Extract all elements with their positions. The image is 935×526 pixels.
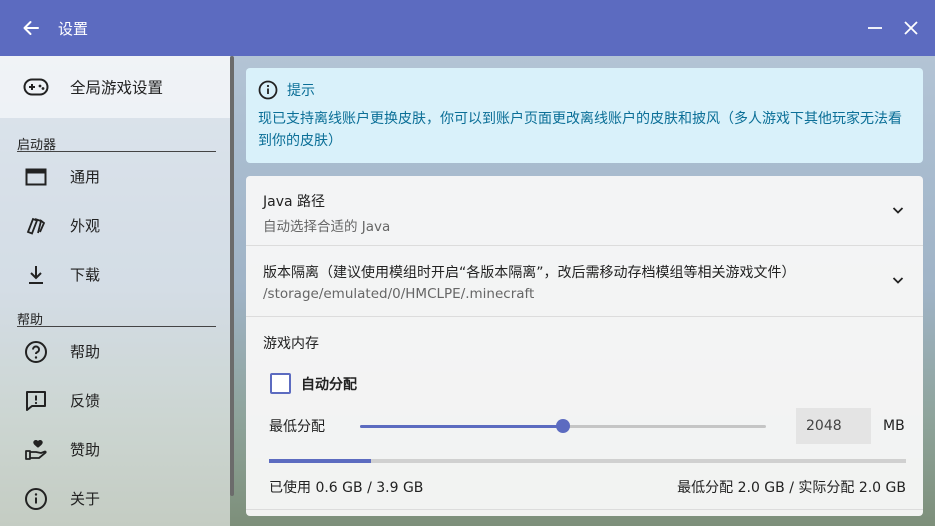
palette-icon bbox=[23, 213, 49, 239]
slider-thumb[interactable] bbox=[556, 419, 570, 433]
settings-card: Java 路径 自动选择合适的 Java 版本隔离（建议使用模组时开启“各版本隔… bbox=[246, 176, 923, 516]
close-icon[interactable] bbox=[893, 10, 929, 46]
sidebar-item-help[interactable]: 帮助 bbox=[0, 327, 230, 376]
game-memory-section: 游戏内存 自动分配 最低分配 2048 MB 已使用 0.6 GB / 3.9 … bbox=[246, 317, 923, 497]
game-memory-title: 游戏内存 bbox=[263, 336, 319, 352]
memory-usage-fill bbox=[269, 459, 371, 463]
auto-allocate-checkbox-row[interactable]: 自动分配 bbox=[270, 373, 906, 394]
notice-banner: 提示 现已支持离线账户更换皮肤，你可以到账户页面更改离线账户的皮肤和披风（多人游… bbox=[246, 68, 923, 163]
sidebar-item-label: 帮助 bbox=[70, 343, 101, 361]
notice-body: 现已支持离线账户更换皮肤，你可以到账户页面更改离线账户的皮肤和披风（多人游戏下其… bbox=[258, 111, 902, 149]
arrow-left-icon[interactable] bbox=[20, 17, 42, 39]
auto-allocate-label: 自动分配 bbox=[301, 376, 357, 393]
memory-slider[interactable] bbox=[360, 416, 766, 436]
sidebar-item-label: 赞助 bbox=[70, 441, 101, 459]
version-isolation-title: 版本隔离（建议使用模组时开启“各版本隔离”，改后需移动存档模组等相关游戏文件） bbox=[263, 265, 796, 281]
chevron-down-icon[interactable] bbox=[891, 273, 905, 287]
min-allocation-row: 最低分配 2048 MB bbox=[269, 408, 906, 444]
donate-heart-icon bbox=[23, 437, 49, 463]
help-circle-icon bbox=[23, 339, 49, 365]
sidebar-item-feedback[interactable]: 反馈 bbox=[0, 376, 230, 425]
sidebar-scrollbar[interactable] bbox=[230, 56, 234, 496]
java-path-title: Java 路径 bbox=[263, 194, 326, 210]
java-path-row[interactable]: Java 路径 自动选择合适的 Java bbox=[246, 176, 923, 246]
memory-unit: MB bbox=[883, 418, 905, 434]
sidebar-section-launcher: 启动器 bbox=[17, 134, 216, 153]
memory-used-text: 已使用 0.6 GB / 3.9 GB bbox=[269, 480, 424, 496]
next-settings-row bbox=[246, 509, 923, 516]
sidebar-item-label: 下载 bbox=[70, 266, 101, 284]
feedback-icon bbox=[23, 388, 49, 414]
sidebar-item-label: 通用 bbox=[70, 168, 101, 186]
window-icon bbox=[23, 164, 49, 190]
settings-content: 提示 现已支持离线账户更换皮肤，你可以到账户页面更改离线账户的皮肤和披风（多人游… bbox=[246, 68, 923, 516]
java-path-value: 自动选择合适的 Java bbox=[263, 219, 391, 235]
sidebar-item-download[interactable]: 下载 bbox=[0, 250, 230, 299]
version-isolation-path: /storage/emulated/0/HMCLPE/.minecraft bbox=[263, 286, 535, 302]
page-title: 设置 bbox=[58, 19, 89, 38]
sidebar-item-label: 关于 bbox=[70, 490, 101, 508]
sidebar-section-help: 帮助 bbox=[17, 309, 216, 328]
sidebar-item-label: 反馈 bbox=[70, 392, 101, 410]
title-bar: 设置 bbox=[0, 0, 935, 56]
minimize-icon[interactable] bbox=[857, 10, 893, 46]
sidebar-item-donate[interactable]: 赞助 bbox=[0, 425, 230, 474]
sidebar-item-appearance[interactable]: 外观 bbox=[0, 201, 230, 250]
version-isolation-row[interactable]: 版本隔离（建议使用模组时开启“各版本隔离”，改后需移动存档模组等相关游戏文件） … bbox=[246, 246, 923, 317]
notice-title: 提示 bbox=[287, 83, 315, 99]
sidebar-item-label: 外观 bbox=[70, 217, 101, 235]
auto-allocate-checkbox[interactable] bbox=[270, 373, 291, 394]
gamepad-icon bbox=[23, 74, 49, 100]
info-icon bbox=[23, 486, 49, 512]
download-icon bbox=[23, 262, 49, 288]
chevron-down-icon[interactable] bbox=[891, 203, 905, 217]
info-icon bbox=[258, 80, 278, 100]
memory-allocation-text: 最低分配 2.0 GB / 实际分配 2.0 GB bbox=[677, 480, 906, 496]
sidebar-item-label: 全局游戏设置 bbox=[70, 79, 164, 97]
min-allocation-label: 最低分配 bbox=[269, 419, 325, 435]
sidebar-item-about[interactable]: 关于 bbox=[0, 474, 230, 523]
sidebar-item-global-game-settings[interactable]: 全局游戏设置 bbox=[0, 56, 230, 118]
sidebar-item-general[interactable]: 通用 bbox=[0, 152, 230, 201]
sidebar: 全局游戏设置 启动器 通用 外观 下载 帮助 帮助 反馈 赞助 关于 bbox=[0, 56, 230, 526]
memory-usage-bar bbox=[269, 459, 906, 463]
slider-fill bbox=[360, 425, 563, 428]
memory-value-input[interactable]: 2048 bbox=[796, 408, 871, 444]
